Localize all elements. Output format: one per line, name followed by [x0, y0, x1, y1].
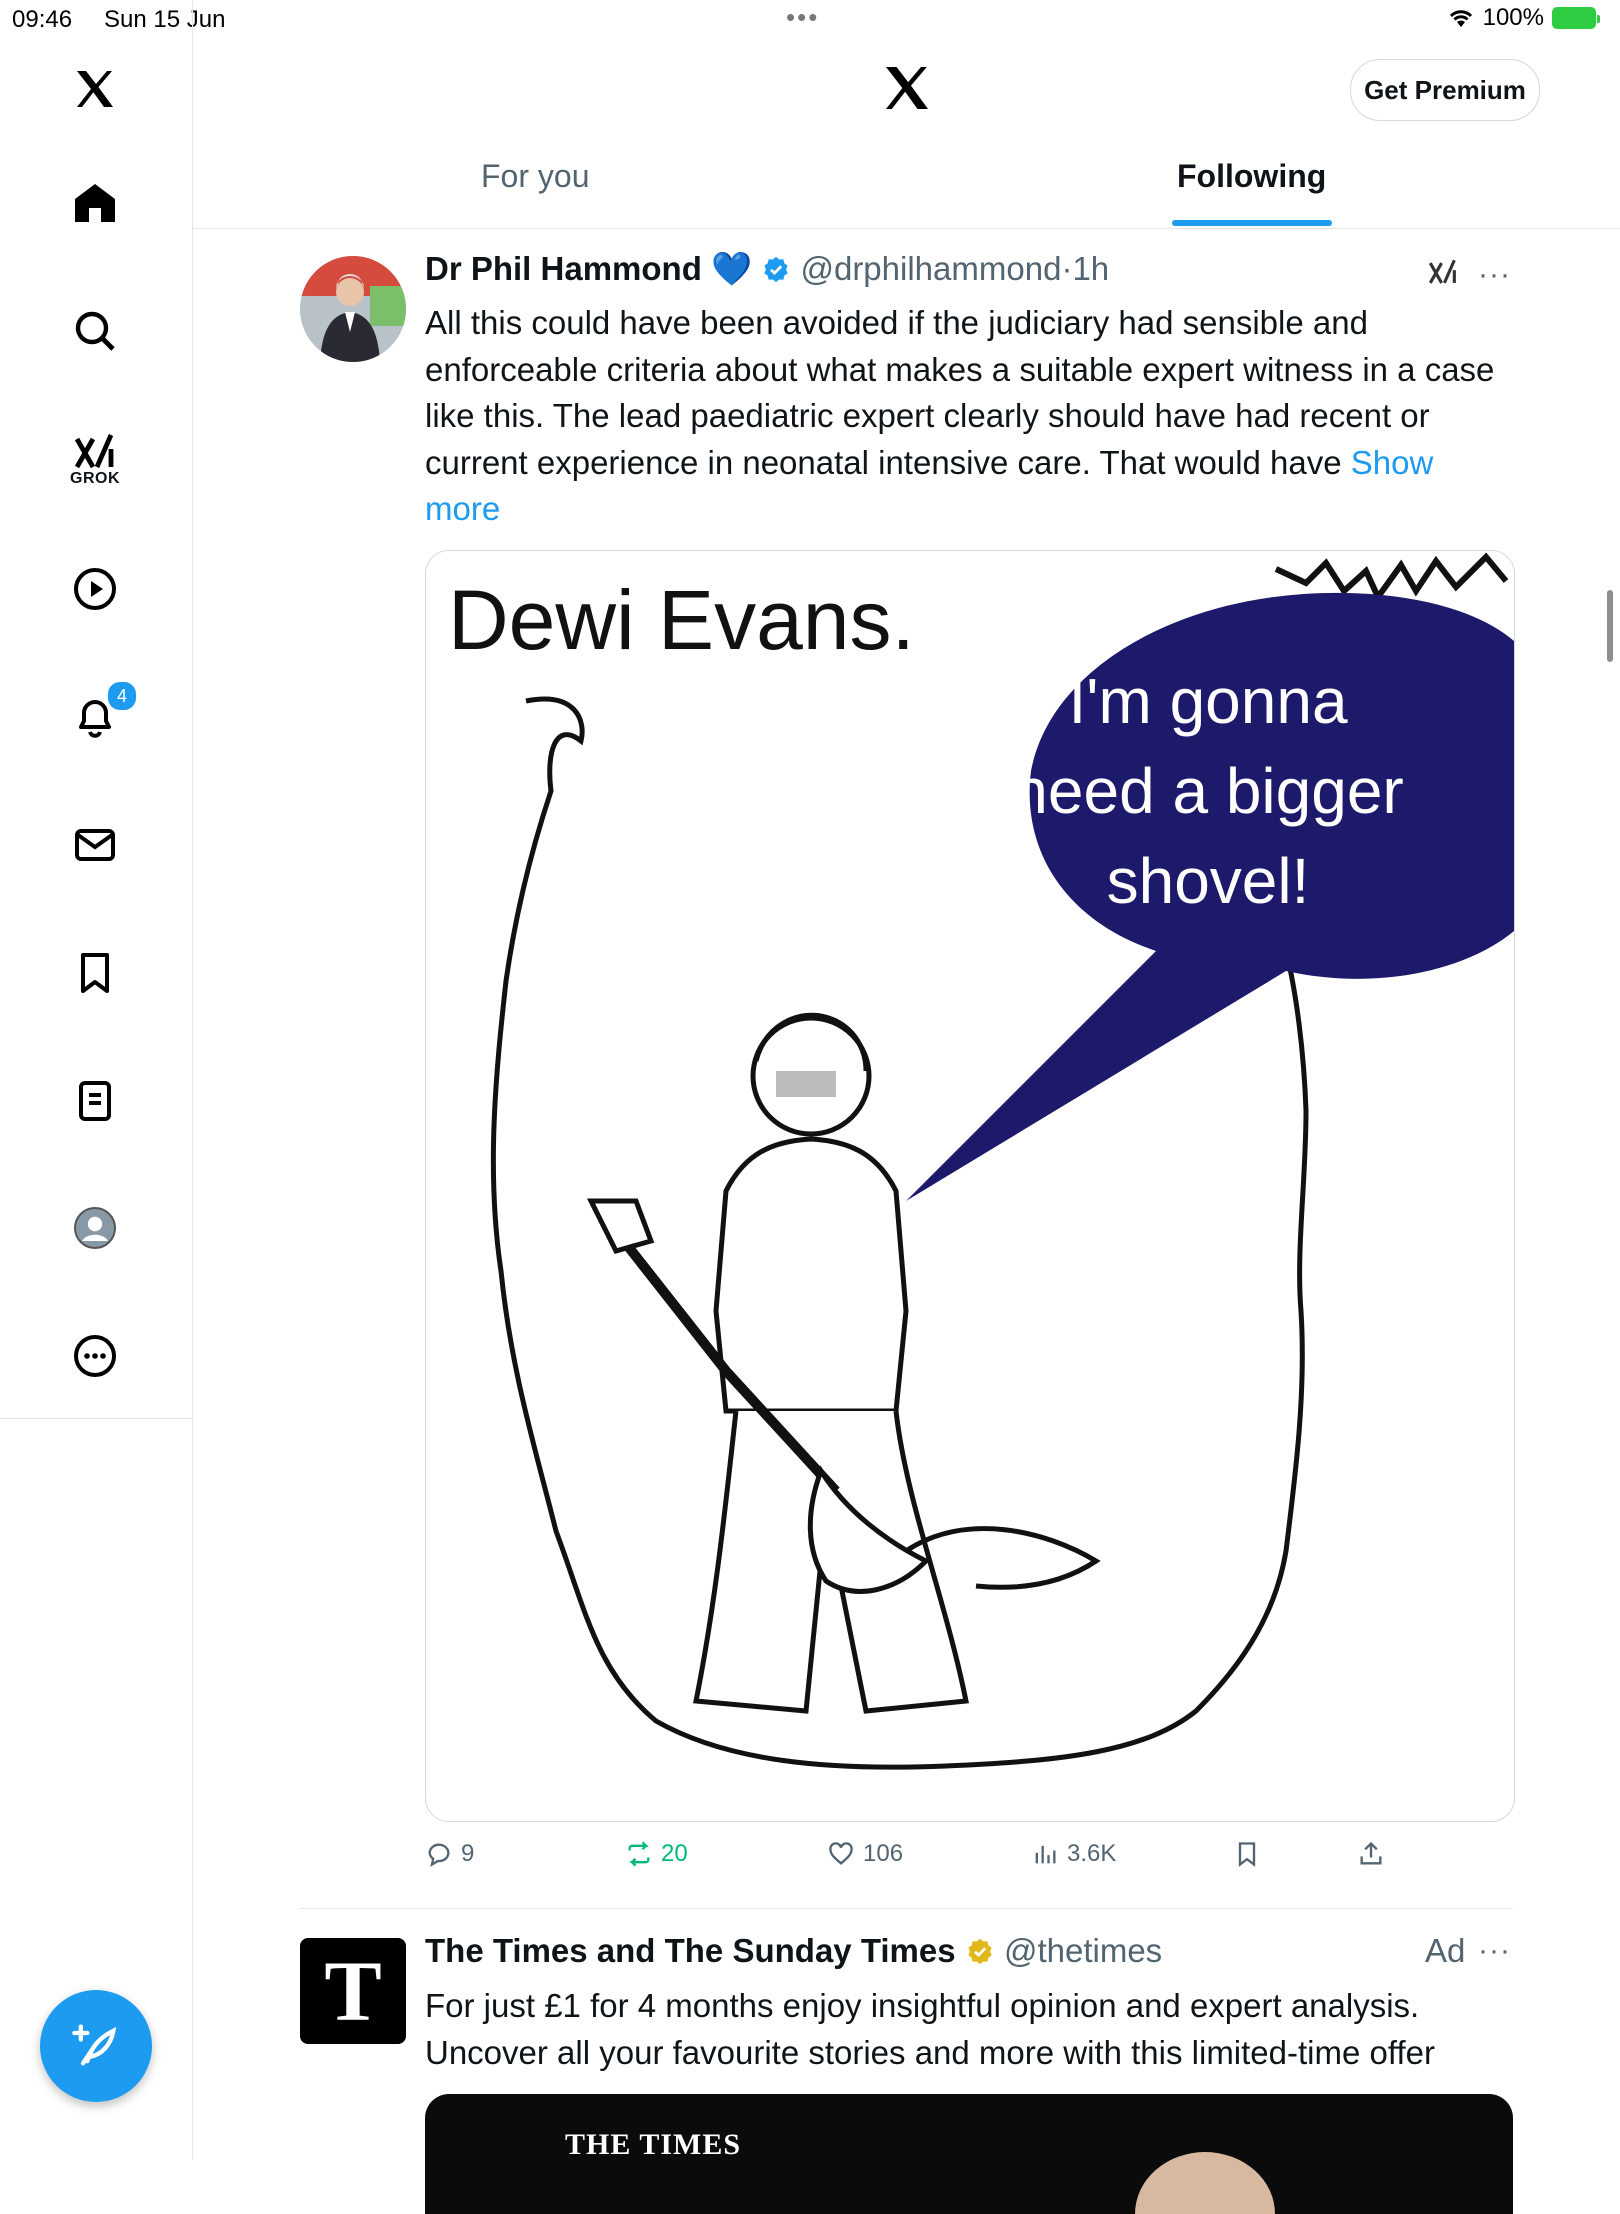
grok-explain-icon[interactable] [1426, 256, 1460, 295]
multitask-dots-icon[interactable]: ••• [786, 2, 819, 33]
ad-banner-brand: THE TIMES [565, 2128, 742, 2161]
profile-icon[interactable] [66, 1199, 124, 1257]
compose-button[interactable] [40, 1990, 152, 2102]
cartoon-illustration: Dewi Evans. I'm gonna need a bigger shov… [426, 551, 1514, 1821]
tab-following[interactable]: Following [1177, 158, 1326, 195]
gold-verified-badge-icon [968, 1938, 992, 1965]
tweet-text: All this could have been avoided if the … [425, 300, 1515, 533]
ad-text: For just £1 for 4 months enjoy insightfu… [425, 1987, 1435, 2071]
grok-icon[interactable]: GROK [66, 424, 124, 487]
speech-line-2: need a bigger [1012, 755, 1403, 827]
sidebar: GROK 4 [0, 0, 193, 2160]
home-icon[interactable] [66, 174, 124, 232]
cartoon-caption-title: Dewi Evans. [448, 573, 915, 667]
list-icon[interactable] [66, 1072, 124, 1130]
tweet-timestamp[interactable]: 1h [1072, 250, 1109, 287]
reply-count: 9 [461, 1840, 475, 1867]
ad-label: Ad [1425, 1932, 1466, 1969]
tweet-separator [300, 1908, 1513, 1909]
scroll-indicator[interactable] [1607, 590, 1613, 662]
grok-label: GROK [70, 470, 120, 487]
repost-icon [628, 1841, 650, 1867]
status-right: 100% [1447, 4, 1600, 32]
battery-percent: 100% [1482, 4, 1544, 31]
tweet-header: Dr Phil Hammond 💙 @drphilhammond·1h [425, 250, 1109, 289]
active-tab-indicator [1172, 220, 1332, 226]
like-count: 106 [863, 1840, 904, 1867]
search-icon[interactable] [66, 302, 124, 360]
share-icon [1360, 1841, 1382, 1865]
speech-line-1: I'm gonna [1068, 665, 1347, 737]
bookmark-icon[interactable] [66, 944, 124, 1002]
status-bar: 09:46 Sun 15 Jun ••• 100% [0, 0, 1620, 38]
ad-banner-image[interactable]: THE TIMES [425, 2094, 1513, 2214]
avatar[interactable] [300, 256, 406, 362]
reply-button[interactable]: 9 [425, 1840, 474, 1868]
author-name[interactable]: Dr Phil Hammond [425, 250, 702, 287]
tweet-image[interactable]: Dewi Evans. I'm gonna need a bigger shov… [425, 550, 1515, 1822]
get-premium-button[interactable]: Get Premium [1350, 59, 1540, 121]
blue-heart-emoji: 💙 [711, 250, 753, 287]
repost-button[interactable]: 20 [625, 1840, 688, 1868]
mail-icon[interactable] [66, 816, 124, 874]
tweet-more-icon[interactable]: ··· [1478, 258, 1511, 292]
x-header-logo-icon[interactable] [879, 60, 935, 121]
ad-more-icon[interactable]: ··· [1478, 1934, 1511, 1968]
more-circle-icon[interactable] [66, 1327, 124, 1385]
wifi-icon [1449, 10, 1472, 27]
feather-plus-icon [72, 2024, 117, 2066]
tweet-body: All this could have been avoided if the … [425, 304, 1495, 481]
notification-badge: 4 [106, 680, 138, 712]
timeline-header: Get Premium For you Following [193, 38, 1620, 229]
speech-line-3: shovel! [1107, 845, 1310, 917]
ad-author-handle[interactable]: @thetimes [1004, 1932, 1162, 1969]
bell-icon[interactable]: 4 [66, 680, 138, 746]
bookmark-outline-icon [1238, 1842, 1256, 1867]
tab-for-you[interactable]: For you [481, 158, 589, 195]
repost-count: 20 [661, 1840, 688, 1867]
reply-icon [428, 1843, 450, 1867]
views-chart-icon [1035, 1845, 1056, 1864]
verified-badge-icon [764, 256, 788, 283]
views-count: 3.6K [1067, 1840, 1117, 1867]
play-icon[interactable] [66, 560, 124, 618]
battery-icon [1552, 7, 1600, 29]
share-button[interactable] [1357, 1840, 1385, 1868]
heart-icon [829, 1842, 853, 1865]
separator-dot: · [1061, 250, 1073, 287]
author-handle[interactable]: @drphilhammond [800, 250, 1061, 287]
like-button[interactable]: 106 [827, 1840, 903, 1868]
tweet-actions: 9 20 106 3.6K [425, 1840, 1515, 1880]
sidebar-divider [0, 1418, 192, 1419]
ad-author-name[interactable]: The Times and The Sunday Times [425, 1932, 956, 1969]
x-logo-icon[interactable] [66, 60, 124, 118]
views-button[interactable]: 3.6K [1031, 1840, 1116, 1868]
ad-tweet-header: The Times and The Sunday Times @thetimes [425, 1932, 1162, 1970]
bookmark-button[interactable] [1233, 1840, 1261, 1868]
ad-avatar[interactable]: T [300, 1938, 406, 2044]
ad-banner-portrait [1135, 2152, 1275, 2214]
